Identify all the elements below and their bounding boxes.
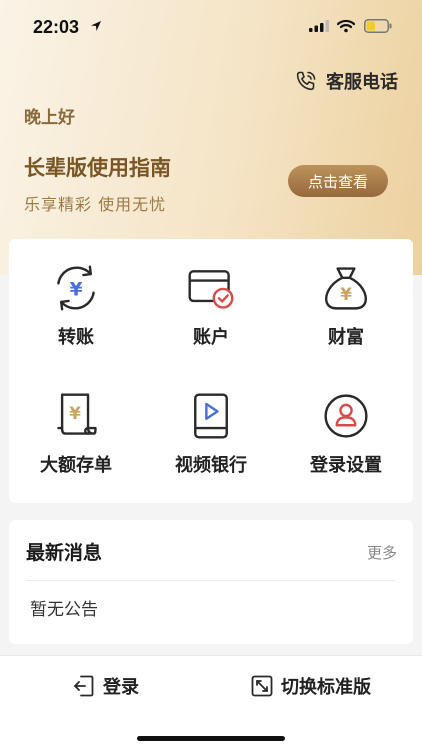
news-empty-text: 暂无公告	[30, 600, 98, 620]
quick-services-card: ¥ 转账 账户 ¥ 财富 ¥ 大额存单 视频银行 登录设置	[9, 239, 413, 503]
account-card-icon	[188, 270, 234, 309]
news-title: 最新消息	[26, 542, 103, 564]
grid-item-label: 视频银行	[175, 455, 247, 476]
switch-mode-icon	[251, 675, 273, 697]
greeting-text: 晚上好	[24, 108, 75, 128]
grid-item-label: 大额存单	[40, 455, 112, 476]
deposit-certificate-icon: ¥	[57, 393, 97, 435]
news-card: 最新消息 更多 暂无公告	[9, 520, 413, 644]
guide-subtitle: 乐享精彩 使用无忧	[24, 195, 167, 214]
user-settings-icon	[324, 394, 368, 438]
grid-item-label: 转账	[58, 327, 94, 348]
svg-text:¥: ¥	[70, 279, 83, 300]
grid-item-label: 账户	[193, 327, 229, 348]
battery-icon	[364, 19, 392, 33]
home-indicator	[137, 736, 285, 741]
grid-item-video-bank[interactable]: 视频银行	[144, 367, 278, 477]
news-more-link[interactable]: 更多	[367, 542, 397, 563]
grid-item-login-settings[interactable]: 登录设置	[279, 367, 413, 477]
login-label: 登录	[103, 677, 139, 698]
grid-item-transfer[interactable]: ¥ 转账	[9, 239, 143, 349]
switch-standard-button[interactable]: 切换标准版	[251, 673, 371, 699]
location-arrow-icon	[91, 21, 101, 31]
video-bank-icon	[194, 393, 228, 439]
login-icon	[74, 675, 94, 697]
news-divider	[26, 580, 396, 581]
status-time: 22:03	[33, 17, 80, 37]
wifi-icon	[337, 19, 355, 33]
switch-standard-label: 切换标准版	[281, 677, 371, 698]
service-grid: ¥ 转账 账户 ¥ 财富 ¥ 大额存单 视频银行 登录设置	[9, 239, 413, 503]
cellular-signal-icon	[309, 20, 329, 32]
bottom-divider	[0, 655, 422, 656]
grid-item-large-deposit[interactable]: ¥ 大额存单	[9, 367, 143, 477]
guide-title: 长辈版使用指南	[24, 156, 171, 180]
grid-item-label: 财富	[328, 327, 364, 348]
customer-service-label: 客服电话	[326, 72, 398, 93]
grid-item-account[interactable]: 账户	[144, 239, 278, 349]
login-button[interactable]: 登录	[73, 673, 139, 699]
money-bag-icon: ¥	[325, 267, 367, 310]
grid-item-wealth[interactable]: ¥ 财富	[279, 239, 413, 349]
grid-item-label: 登录设置	[310, 455, 382, 476]
customer-service-button[interactable]: 客服电话	[294, 68, 398, 94]
transfer-icon: ¥	[57, 265, 95, 311]
phone-icon	[296, 71, 316, 91]
status-bar: 22:03	[0, 0, 422, 44]
view-guide-button[interactable]: 点击查看	[288, 165, 388, 197]
svg-text:¥: ¥	[340, 285, 352, 304]
svg-text:¥: ¥	[69, 404, 81, 423]
